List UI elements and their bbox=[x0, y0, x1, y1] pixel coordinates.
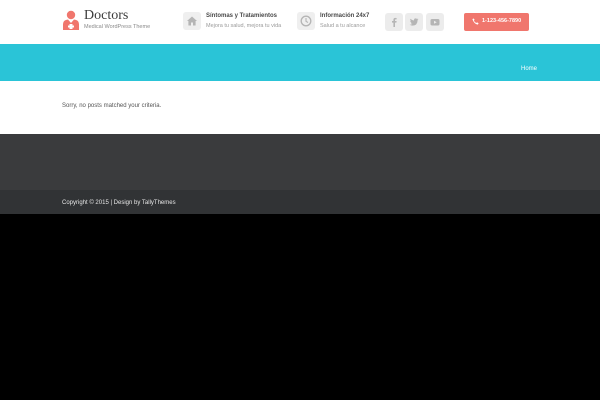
site-title: Doctors bbox=[84, 8, 129, 23]
home-icon bbox=[183, 12, 201, 30]
youtube-icon bbox=[430, 19, 440, 26]
page-title-banner: Home bbox=[0, 44, 600, 81]
no-posts-message: Sorry, no posts matched your criteria. bbox=[62, 103, 162, 109]
doctor-logo-icon bbox=[63, 10, 79, 30]
info-title: Síntomas y Tratamientos bbox=[206, 13, 278, 19]
phone-button[interactable]: 1-123-456-7890 bbox=[464, 13, 529, 31]
info-subtitle: Salud a tu alcance bbox=[320, 23, 366, 29]
twitter-link[interactable] bbox=[405, 13, 423, 31]
youtube-link[interactable] bbox=[426, 13, 444, 31]
main-content: Sorry, no posts matched your criteria. bbox=[0, 81, 600, 134]
phone-icon bbox=[472, 18, 479, 25]
info-subtitle: Mejora tu salud, mejora tu vida bbox=[206, 23, 282, 29]
footer-widgets bbox=[0, 134, 600, 190]
site-header: Doctors Medical WordPress Theme Síntomas… bbox=[0, 0, 600, 44]
footer-bottom-bar: Copyright © 2015 | Design by TallyThemes bbox=[0, 190, 600, 214]
breadcrumb-home[interactable]: Home bbox=[521, 66, 537, 72]
phone-number: 1-123-456-7890 bbox=[482, 18, 522, 24]
twitter-icon bbox=[409, 18, 419, 26]
site-tagline: Medical WordPress Theme bbox=[84, 24, 151, 30]
copyright-text: Copyright © 2015 | Design by TallyThemes bbox=[62, 200, 176, 206]
facebook-link[interactable] bbox=[385, 13, 403, 31]
facebook-icon bbox=[392, 17, 397, 27]
clock-icon bbox=[297, 12, 315, 30]
info-title: Información 24x7 bbox=[320, 13, 370, 19]
